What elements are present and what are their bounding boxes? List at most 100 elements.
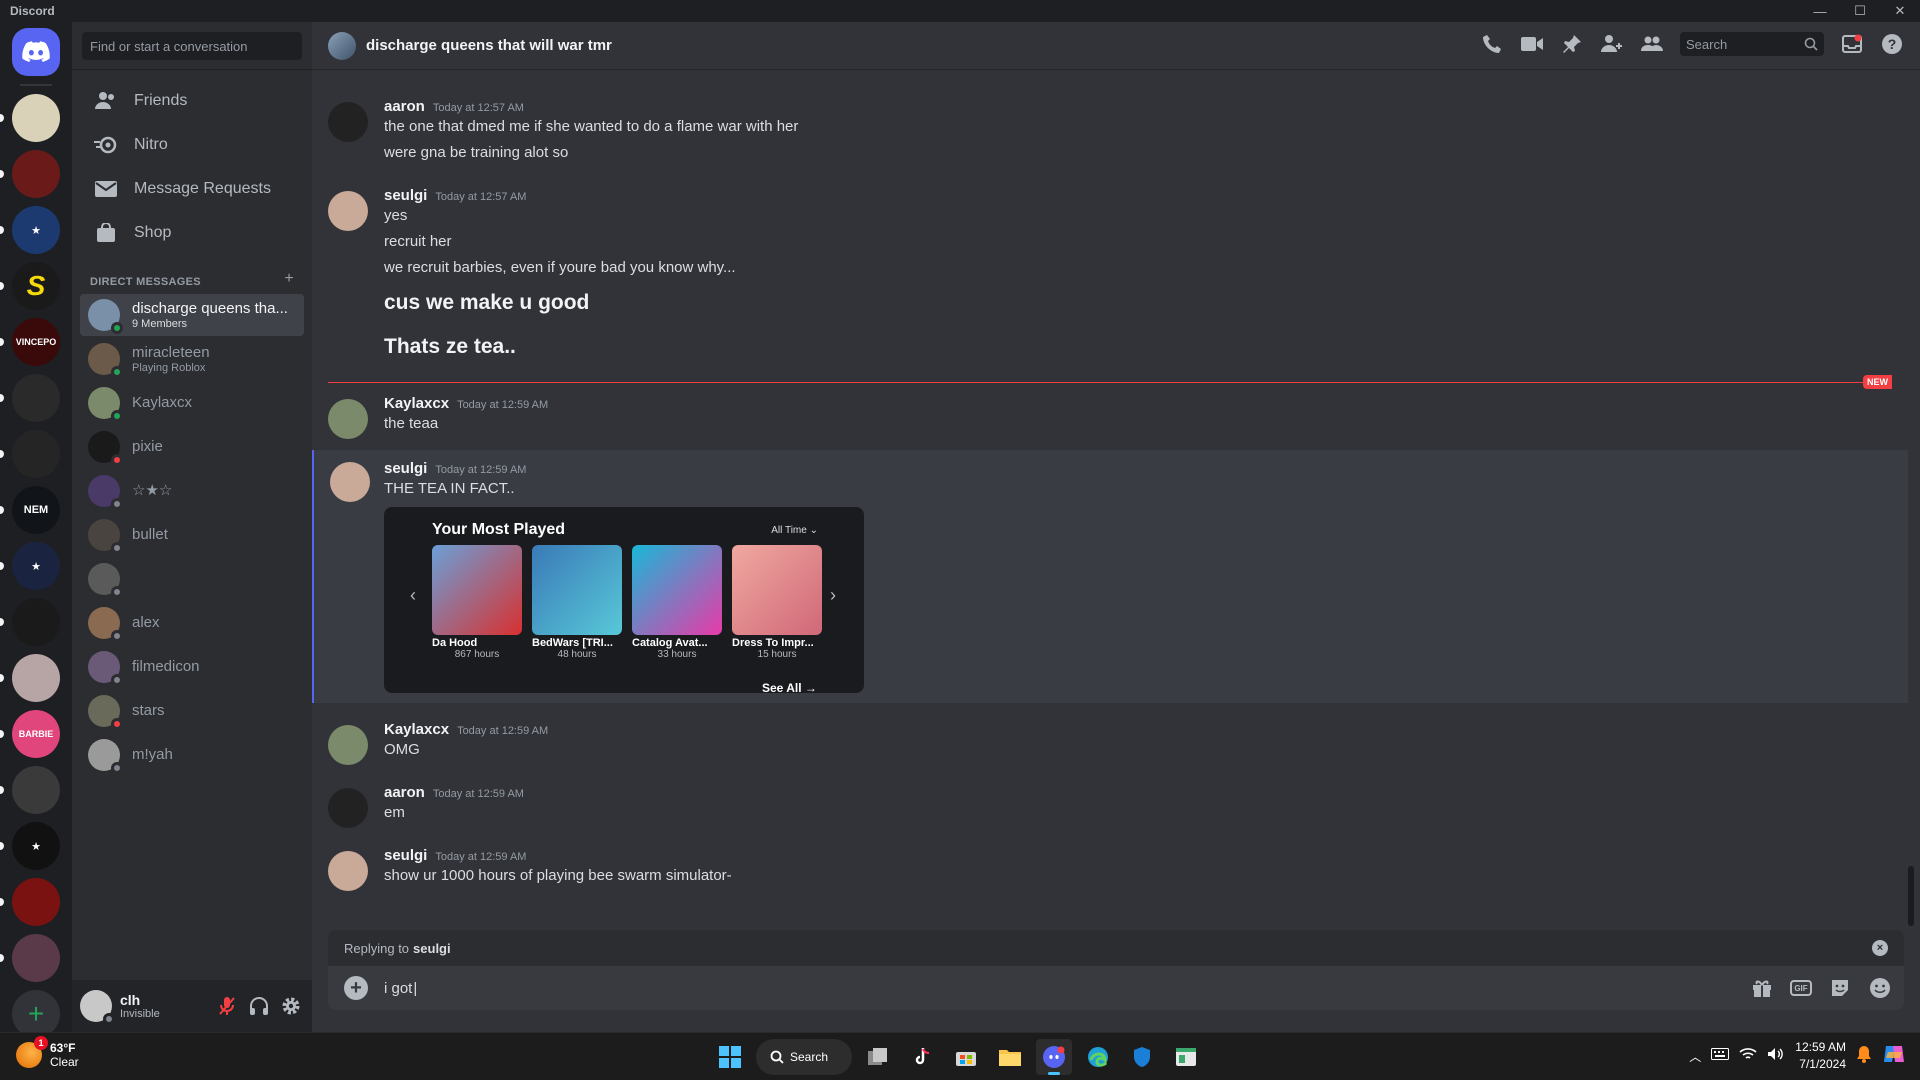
system-clock[interactable]: 12:59 AM 7/1/2024 [1795,1039,1846,1073]
message-author[interactable]: Kaylaxcx [384,395,449,412]
server-icon-12[interactable]: BARBIE [0,710,60,758]
dm-item[interactable]: bullet [80,514,304,556]
keyboard-icon[interactable] [1711,1047,1730,1065]
server-icon-5[interactable]: VINCEPO [0,318,60,366]
server-icon-14[interactable]: ★ [0,822,60,870]
dm-item[interactable]: miracleteen Playing Roblox [80,338,304,380]
game-card[interactable]: Da Hood 867 hours [432,545,522,660]
taskbar-search[interactable]: Search [756,1039,852,1075]
dm-item[interactable]: pixie [80,426,304,468]
dm-item[interactable]: discharge queens tha... 9 Members [80,294,304,336]
message-avatar[interactable] [330,462,370,502]
start-button[interactable] [712,1039,748,1075]
weather-widget[interactable]: 1 63°F Clear [16,1036,79,1069]
gif-picker-button[interactable]: GIF [1790,980,1812,996]
dm-item[interactable]: alex [80,602,304,644]
create-dm-button[interactable]: + [284,270,294,288]
nav-friends[interactable]: Friends [80,80,304,122]
pinned-messages-icon[interactable] [1560,32,1584,56]
tiktok-icon[interactable] [904,1039,940,1075]
help-icon[interactable]: ? [1880,32,1904,56]
message-avatar[interactable] [328,788,368,828]
message-author[interactable]: seulgi [384,460,427,477]
server-icon-4[interactable]: S [0,262,60,310]
game-card[interactable]: Catalog Avat... 33 hours [632,545,722,660]
message-item[interactable]: Kaylaxcx Today at 12:59 AM OMG [312,719,1908,765]
volume-icon[interactable] [1767,1047,1785,1066]
notification-bell-icon[interactable] [1856,1045,1872,1068]
user-avatar[interactable] [80,990,115,1025]
inbox-icon[interactable] [1840,32,1864,56]
server-icon-2[interactable] [0,150,60,198]
message-author[interactable]: aaron [384,98,425,115]
emoji-icon[interactable] [1868,976,1892,1000]
message-avatar[interactable] [328,399,368,439]
add-friends-to-dm-icon[interactable] [1600,32,1624,56]
nav-nitro[interactable]: Nitro [80,124,304,166]
user-settings-gear-icon[interactable] [278,993,304,1019]
server-icon-15[interactable] [0,878,60,926]
server-icon-9[interactable]: ★ [0,542,60,590]
dm-item[interactable] [80,558,304,600]
server-icon-7[interactable] [0,430,60,478]
message-avatar[interactable] [328,102,368,142]
home-button[interactable] [12,28,60,76]
edge-browser-icon[interactable] [1080,1039,1116,1075]
message-item[interactable]: seulgi Today at 12:57 AM yes recruit her … [312,185,1908,368]
nav-message-requests[interactable]: Message Requests [80,168,304,210]
microsoft-store-icon[interactable] [948,1039,984,1075]
message-item[interactable]: Kaylaxcx Today at 12:59 AM the teaa [312,393,1908,439]
server-icon-11[interactable] [0,654,60,702]
message-author[interactable]: Kaylaxcx [384,721,449,738]
sticker-icon[interactable] [1828,976,1852,1000]
gift-icon[interactable] [1750,976,1774,1000]
member-list-icon[interactable] [1640,32,1664,56]
chevron-right-icon[interactable]: › [830,585,836,606]
headphones-icon[interactable] [246,993,272,1019]
task-view-icon[interactable] [860,1039,896,1075]
minimize-button[interactable]: — [1800,0,1840,22]
discord-taskbar-icon[interactable] [1036,1039,1072,1075]
message-avatar[interactable] [328,725,368,765]
message-scrollbar[interactable] [1908,866,1914,926]
upload-plus-button[interactable]: + [344,976,368,1000]
dm-item[interactable]: ☆★☆ [80,470,304,512]
server-icon-8[interactable]: NEM [0,486,60,534]
server-icon-13[interactable] [0,766,60,814]
find-conversation-input[interactable]: Find or start a conversation [82,31,302,60]
message-item[interactable]: aaron Today at 12:57 AM the one that dmed… [312,96,1908,167]
server-icon-1[interactable] [0,94,60,142]
dm-item[interactable]: filmedicon [80,646,304,688]
voice-call-icon[interactable] [1480,32,1504,56]
server-icon-3[interactable]: ★ [0,206,60,254]
maximize-button[interactable]: ☐ [1840,0,1880,22]
copilot-icon[interactable] [1882,1042,1906,1071]
message-item-highlighted[interactable]: seulgi Today at 12:59 AM THE TEA IN FACT.… [312,450,1908,703]
add-server-button[interactable]: + [12,990,60,1032]
server-icon-16[interactable] [0,934,60,982]
most-played-embed[interactable]: Your Most Played All Time ⌄ ‹ › Da Hood 8… [384,507,864,693]
message-input[interactable]: i got [384,980,417,997]
mute-microphone-icon[interactable] [214,993,240,1019]
see-all-link[interactable]: See All → [762,681,817,693]
message-author[interactable]: seulgi [384,847,427,864]
chevron-left-icon[interactable]: ‹ [410,585,416,606]
cancel-reply-close-icon[interactable]: × [1872,940,1888,956]
dm-item[interactable]: Kaylaxcx [80,382,304,424]
wifi-icon[interactable] [1739,1047,1757,1066]
windows-security-icon[interactable] [1124,1039,1160,1075]
time-filter-dropdown[interactable]: All Time ⌄ [771,525,818,536]
header-search-input[interactable]: Search [1680,32,1824,56]
message-avatar[interactable] [328,851,368,891]
server-icon-6[interactable] [0,374,60,422]
message-item[interactable]: seulgi Today at 12:59 AM show ur 1000 hou… [312,845,1908,891]
video-call-icon[interactable] [1520,32,1544,56]
message-avatar[interactable] [328,191,368,231]
app-window-icon[interactable] [1168,1039,1204,1075]
dm-item[interactable]: stars [80,690,304,732]
chevron-up-icon[interactable]: ︿ [1689,1048,1701,1065]
message-item[interactable]: aaron Today at 12:59 AM em [312,782,1908,828]
dm-item[interactable]: m!yah [80,734,304,776]
file-explorer-icon[interactable] [992,1039,1028,1075]
message-author[interactable]: aaron [384,784,425,801]
